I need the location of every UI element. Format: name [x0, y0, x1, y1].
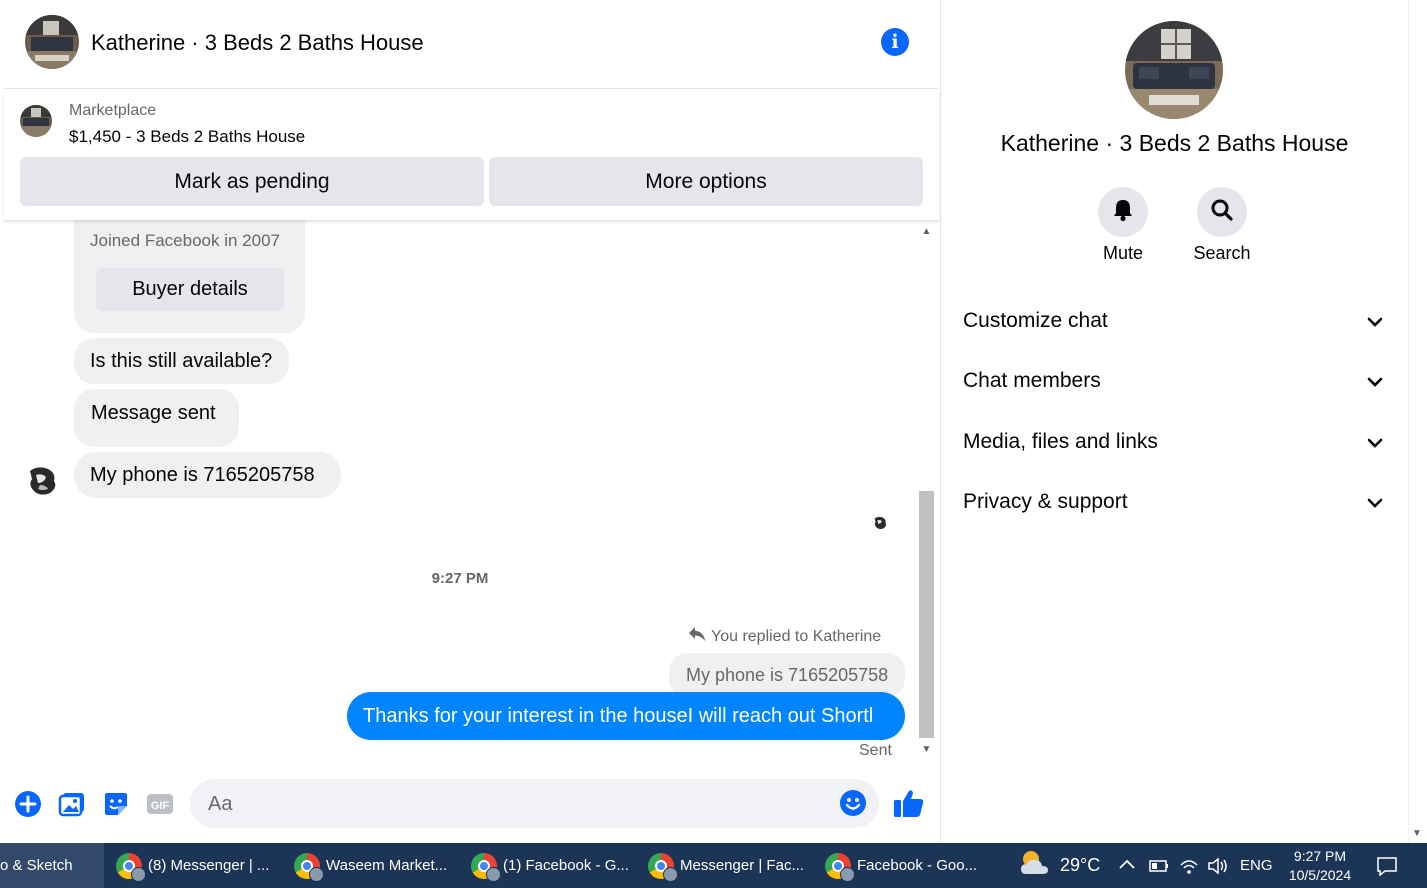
search-button[interactable]: [1197, 187, 1247, 237]
taskbar-item-waseem-market[interactable]: Waseem Market...: [294, 843, 454, 888]
volume-icon[interactable]: [1207, 843, 1229, 888]
chevron-down-icon: [1367, 369, 1383, 393]
conversation-name: Katherine · 3 Beds 2 Baths House: [1000, 130, 1349, 156]
section-label: Customize chat: [963, 309, 1108, 332]
reply-note: You replied to Katherine: [688, 626, 881, 647]
search-icon: [1210, 198, 1234, 227]
message-text: Thanks for your interest in the houseI w…: [363, 704, 874, 727]
clock-time: 9:27 PM: [1293, 848, 1347, 864]
joined-facebook-text: Joined Facebook in 2007: [90, 231, 280, 250]
weather-widget[interactable]: 29°C: [1018, 843, 1100, 888]
quoted-message[interactable]: My phone is 7165205758: [669, 653, 905, 697]
notification-icon[interactable]: [1376, 843, 1398, 888]
chrome-icon: [648, 852, 678, 882]
message-input-wrapper[interactable]: [190, 779, 879, 830]
show-hidden-icons[interactable]: [1118, 843, 1136, 888]
reply-icon: [688, 626, 706, 647]
taskbar-item-facebook-1[interactable]: (1) Facebook - G...: [471, 843, 631, 888]
weather-icon: [1018, 848, 1052, 883]
taskbar-item-label: (1) Facebook - G...: [503, 857, 629, 874]
chevron-down-icon: [1367, 490, 1383, 514]
chrome-icon: [294, 852, 324, 882]
message-input[interactable]: [206, 779, 810, 830]
taskbar-item-label: Waseem Market...: [326, 857, 448, 874]
mark-as-pending-button[interactable]: Mark as pending: [20, 157, 484, 206]
mute-button[interactable]: [1098, 187, 1148, 237]
section-label: Privacy & support: [963, 490, 1128, 513]
chevron-down-icon: [1367, 309, 1383, 333]
section-media-files-links[interactable]: Media, files and links: [963, 422, 1383, 462]
marketplace-label: Marketplace: [69, 102, 157, 119]
scroll-up-arrow[interactable]: ▲: [919, 224, 934, 240]
message-bubble[interactable]: Is this still available?: [74, 338, 289, 384]
wifi-icon[interactable]: [1179, 843, 1199, 888]
section-privacy-support[interactable]: Privacy & support: [963, 482, 1383, 522]
conversation-avatar[interactable]: [1125, 21, 1223, 119]
info-icon[interactable]: i: [881, 28, 909, 56]
taskbar-item-label: Messenger | Fac...: [680, 857, 804, 874]
battery-icon[interactable]: [1147, 843, 1169, 888]
plus-icon[interactable]: [13, 789, 43, 819]
taskbar-clock[interactable]: 9:27 PM 10/5/2024: [1280, 847, 1360, 885]
seen-receipt-avatar: [872, 514, 889, 531]
taskbar-item-messenger-1[interactable]: (8) Messenger | ...: [116, 843, 276, 888]
sender-avatar[interactable]: [24, 461, 62, 499]
scroll-down-arrow[interactable]: ▼: [919, 742, 934, 758]
gif-icon[interactable]: GIF: [145, 789, 175, 819]
listing-thumbnail[interactable]: [20, 105, 52, 137]
chrome-icon: [825, 852, 855, 882]
message-bubble[interactable]: Message sent: [74, 389, 239, 447]
bell-icon: [1112, 198, 1134, 227]
chrome-icon: [116, 852, 146, 882]
reply-note-text: You replied to Katherine: [711, 627, 882, 645]
page-scrollbar[interactable]: ▼: [1408, 0, 1427, 843]
buyer-details-button[interactable]: Buyer details: [96, 268, 284, 311]
scroll-down-arrow[interactable]: ▼: [1412, 828, 1422, 839]
message-text: My phone is 7165205758: [90, 463, 315, 486]
sent-message-bubble[interactable]: Thanks for your interest in the houseI w…: [347, 692, 905, 740]
taskbar-item-messenger-2[interactable]: Messenger | Fac...: [648, 843, 808, 888]
emoji-icon[interactable]: [839, 789, 867, 817]
temperature: 29°C: [1060, 855, 1101, 875]
language-indicator[interactable]: ENG: [1240, 843, 1273, 888]
message-text: Is this still available?: [90, 349, 273, 372]
chevron-down-icon: [1367, 430, 1383, 454]
clock-date: 10/5/2024: [1288, 867, 1352, 883]
taskbar-item-facebook-2[interactable]: Facebook - Goo...: [825, 843, 985, 888]
sticker-icon[interactable]: [101, 789, 131, 819]
message-timestamp: 9:27 PM: [431, 570, 489, 587]
message-text: Message sent: [91, 402, 216, 424]
marketplace-banner: Marketplace $1,450 - 3 Beds 2 Baths Hous…: [4, 89, 939, 220]
sent-status: Sent: [859, 742, 892, 759]
chat-header: Katherine · 3 Beds 2 Baths House i: [4, 0, 939, 89]
message-bubble[interactable]: My phone is 7165205758: [74, 452, 341, 498]
mute-label: Mute: [1102, 243, 1144, 263]
chrome-icon: [471, 852, 501, 882]
listing-title[interactable]: $1,450 - 3 Beds 2 Baths House: [69, 127, 305, 147]
taskbar-item-sketch[interactable]: o & Sketch: [0, 843, 104, 888]
chevron-up-icon: [1118, 857, 1136, 875]
section-chat-members[interactable]: Chat members: [963, 361, 1383, 401]
section-label: Media, files and links: [963, 430, 1158, 453]
chat-pane: Katherine · 3 Beds 2 Baths House i Marke…: [0, 0, 940, 843]
scrollbar-thumb[interactable]: [919, 491, 934, 738]
listing-avatar[interactable]: [25, 15, 79, 69]
chat-title: Katherine · 3 Beds 2 Baths House: [91, 30, 424, 55]
conversation-info-panel: Katherine · 3 Beds 2 Baths House Mute Se…: [940, 0, 1408, 843]
photo-icon[interactable]: [57, 789, 87, 819]
svg-text:GIF: GIF: [151, 800, 170, 812]
windows-taskbar: o & Sketch (8) Messenger | ... Waseem Ma…: [0, 843, 1427, 888]
section-customize-chat[interactable]: Customize chat: [963, 301, 1383, 341]
taskbar-item-label: o & Sketch: [0, 857, 73, 874]
more-options-button[interactable]: More options: [489, 157, 923, 206]
taskbar-item-label: Facebook - Goo...: [857, 857, 978, 874]
section-label: Chat members: [963, 369, 1101, 392]
like-icon[interactable]: [892, 786, 926, 820]
taskbar-item-label: (8) Messenger | ...: [148, 857, 270, 874]
search-label: Search: [1193, 243, 1251, 263]
